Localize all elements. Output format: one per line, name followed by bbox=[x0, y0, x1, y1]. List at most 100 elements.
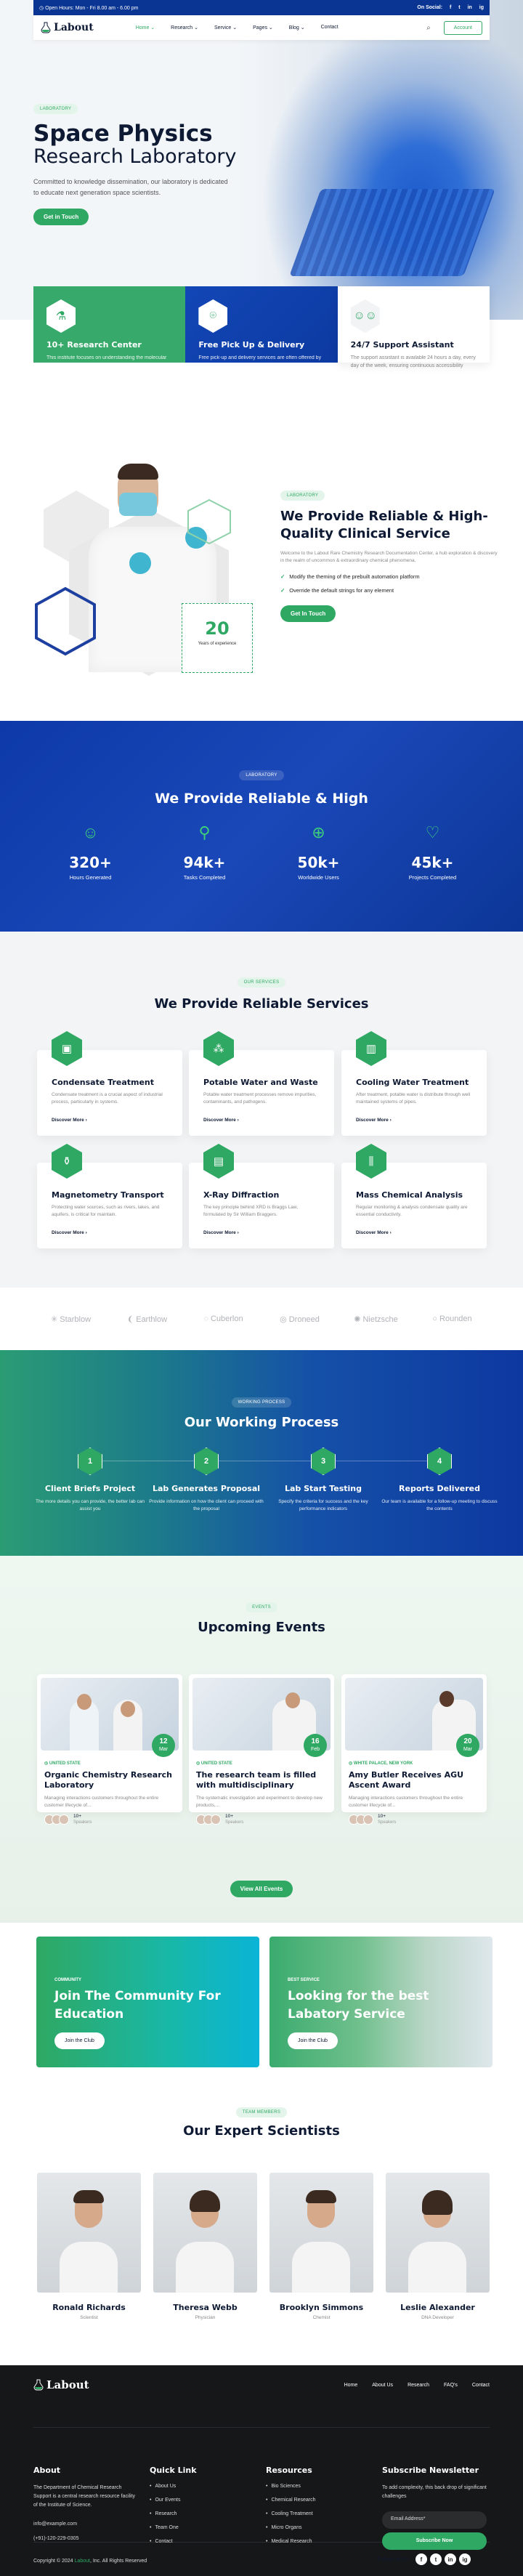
footer-quick-link[interactable]: Team One bbox=[150, 2525, 197, 2530]
view-all-events-button[interactable]: View All Events bbox=[230, 1881, 293, 1897]
service-card[interactable]: ⚱ Magnetometry Transport Protecting wate… bbox=[37, 1144, 182, 1248]
discover-more-link[interactable]: Discover More › bbox=[203, 1118, 239, 1123]
twitter-icon[interactable]: t bbox=[430, 2553, 442, 2565]
stat-value: 320+ bbox=[69, 854, 112, 871]
footer-resource-link[interactable]: Micro Organs bbox=[266, 2525, 316, 2530]
footer-link-home[interactable]: Home bbox=[344, 2383, 358, 2388]
brand-droneed[interactable]: ◎ Droneed bbox=[262, 1315, 338, 1324]
footer-resource-link[interactable]: Bio Sciences bbox=[266, 2484, 316, 2489]
subscribe-button[interactable]: Subscribe Now bbox=[382, 2532, 487, 2550]
copyright-brand-link[interactable]: Labout bbox=[75, 2559, 90, 2564]
service-card[interactable]: ▤ X-Ray Diffraction The key principle be… bbox=[189, 1144, 334, 1248]
feature-text: This institute focuses on understanding … bbox=[46, 355, 167, 376]
event-card[interactable]: 16 Feb ◎ UNITED STATE The research team i… bbox=[189, 1674, 334, 1825]
member-body bbox=[60, 2242, 118, 2293]
stats-row: ☺ 320+ Hours Generated ⚲ 94k+ Tasks Comp… bbox=[33, 823, 490, 881]
join-club-button[interactable]: Join the Club bbox=[288, 2032, 338, 2049]
discover-more-link[interactable]: Discover More › bbox=[52, 1230, 87, 1235]
team-member-card[interactable]: Ronald Richards Scientist bbox=[37, 2173, 141, 2320]
doctor-mask bbox=[119, 493, 157, 516]
service-title: Magnetometry Transport bbox=[52, 1190, 164, 1200]
top-bar: ◷ Open Hours: Mon - Fri 8.00 am - 6.00 p… bbox=[33, 0, 490, 15]
instagram-icon[interactable]: ig bbox=[459, 2553, 471, 2565]
service-card[interactable]: ▣ Condensate Treatment Condensate treatm… bbox=[37, 1031, 182, 1136]
discover-more-link[interactable]: Discover More › bbox=[356, 1230, 392, 1235]
footer-quick-title: Quick Link bbox=[150, 2466, 197, 2475]
speaker-avatar bbox=[211, 1814, 221, 1825]
feature-title: Free Pick Up & Delivery bbox=[198, 340, 305, 350]
service-card[interactable]: ▥ Cooling Water Treatment After treatmen… bbox=[341, 1031, 487, 1136]
hero-description: Committed to knowledge dissemination, ou… bbox=[33, 178, 228, 196]
follow-label: Follow Us On bbox=[378, 2556, 409, 2562]
facebook-icon[interactable]: f bbox=[415, 2553, 428, 2565]
event-speakers: 10+ Speakers bbox=[196, 1814, 327, 1825]
linkedin-icon[interactable]: in bbox=[468, 5, 472, 10]
nav-blog[interactable]: Blog ⌄ bbox=[289, 25, 305, 31]
nav-service[interactable]: Service ⌄ bbox=[214, 25, 237, 31]
brand-cuberlon[interactable]: ◌ Cuberlon bbox=[185, 1315, 262, 1323]
search-icon[interactable]: ⌕ bbox=[426, 24, 431, 32]
brand-starblow[interactable]: ✳ Starblow bbox=[33, 1315, 109, 1324]
nav-pages[interactable]: Pages ⌄ bbox=[253, 25, 273, 31]
about-get-in-touch-button[interactable]: Get In Touch bbox=[280, 605, 336, 622]
service-title: Mass Chemical Analysis bbox=[356, 1190, 463, 1200]
footer-resource-link[interactable]: Chemical Research bbox=[266, 2498, 315, 2503]
step-number: 2 bbox=[194, 1448, 219, 1475]
member-photo bbox=[37, 2173, 141, 2293]
brand-earthlow[interactable]: ❨ Earthlow bbox=[109, 1315, 185, 1324]
team-member-card[interactable]: Theresa Webb Physician bbox=[153, 2173, 257, 2320]
account-button[interactable]: Account bbox=[443, 20, 482, 35]
newsletter-email-input[interactable]: Email Address* bbox=[382, 2511, 487, 2529]
footer-quick-links: Quick Link About Us Our Events Research … bbox=[150, 2466, 197, 2553]
footer-link-faq[interactable]: FAQ's bbox=[444, 2383, 458, 2388]
step-text: Provide information on how the client ca… bbox=[149, 1499, 264, 1511]
nav-research[interactable]: Research ⌄ bbox=[171, 25, 198, 31]
linkedin-icon[interactable]: in bbox=[445, 2553, 457, 2565]
service-card[interactable]: ⫼ Mass Chemical Analysis Regular monitor… bbox=[341, 1144, 487, 1248]
footer-quick-link[interactable]: About Us bbox=[150, 2484, 197, 2489]
footer-link-research[interactable]: Research bbox=[408, 2383, 429, 2388]
footer-resource-link[interactable]: Cooling Treatment bbox=[266, 2511, 316, 2516]
footer-resource-link[interactable]: Medical Research bbox=[266, 2539, 316, 2544]
footer-email[interactable]: info@example.com bbox=[33, 2520, 139, 2529]
nav-home[interactable]: Home ⌄ bbox=[136, 25, 155, 31]
about-content: LABORATORY We Provide Reliable & High-Qu… bbox=[280, 487, 498, 622]
footer-link-contact[interactable]: Contact bbox=[472, 2383, 490, 2388]
instagram-icon[interactable]: ig bbox=[479, 5, 484, 10]
footer-phone[interactable]: (+91)-120-229-0305 bbox=[33, 2535, 139, 2543]
brand-logo[interactable]: Labout bbox=[41, 22, 94, 33]
twitter-icon[interactable]: t bbox=[458, 5, 460, 10]
location-pin-icon: ⌾ bbox=[198, 299, 228, 333]
stat-item: ♡ 45k+ Projects Completed bbox=[376, 823, 490, 881]
event-card[interactable]: 20 Mar ◎ WHITE PALACE, NEW YORK Amy Butle… bbox=[341, 1674, 487, 1825]
team-member-card[interactable]: Leslie Alexander DNA Developer bbox=[386, 2173, 490, 2320]
team-member-card[interactable]: Brooklyn Simmons Chemist bbox=[269, 2173, 373, 2320]
facebook-icon[interactable]: f bbox=[450, 5, 451, 10]
doctor-glove bbox=[129, 552, 151, 574]
service-card[interactable]: ⁂ Potable Water and Waste Potable water … bbox=[189, 1031, 334, 1136]
event-title[interactable]: Amy Butler Receives AGU Ascent Award bbox=[349, 1770, 479, 1790]
service-text: After treatment, potable water is distri… bbox=[356, 1092, 471, 1105]
clock-icon: ◷ bbox=[39, 5, 46, 11]
event-title[interactable]: The research team is filled with multidi… bbox=[196, 1770, 327, 1790]
footer-quick-link[interactable]: Research bbox=[150, 2511, 197, 2516]
doctor-hair bbox=[118, 464, 158, 480]
join-club-button[interactable]: Join the Club bbox=[54, 2032, 105, 2049]
event-title[interactable]: Organic Chemistry Research Laboratory bbox=[44, 1770, 175, 1790]
get-in-touch-button[interactable]: Get in Touch bbox=[33, 209, 89, 225]
feature-card: ⚗ 10+ Research Center This institute foc… bbox=[33, 286, 186, 376]
brand-rounden[interactable]: ○ Rounden bbox=[414, 1315, 490, 1323]
process-step: 4 Reports Delivered Our team is availabl… bbox=[381, 1448, 498, 1513]
discover-more-link[interactable]: Discover More › bbox=[52, 1118, 87, 1123]
discover-more-link[interactable]: Discover More › bbox=[203, 1230, 239, 1235]
footer-logo[interactable]: Labout bbox=[33, 2378, 89, 2391]
footer-quick-link[interactable]: Contact bbox=[150, 2539, 197, 2544]
footer-quick-link[interactable]: Our Events bbox=[150, 2498, 197, 2503]
brand-nietzsche[interactable]: ✺ Nietzsche bbox=[338, 1315, 414, 1324]
member-body bbox=[408, 2242, 466, 2293]
nav-contact[interactable]: Contact bbox=[321, 25, 338, 31]
footer-link-about[interactable]: About Us bbox=[372, 2383, 393, 2388]
discover-more-link[interactable]: Discover More › bbox=[356, 1118, 392, 1123]
service-title: Potable Water and Waste bbox=[203, 1078, 318, 1087]
event-card[interactable]: 12 Mar ◎ UNITED STATE Organic Chemistry R… bbox=[37, 1674, 182, 1825]
